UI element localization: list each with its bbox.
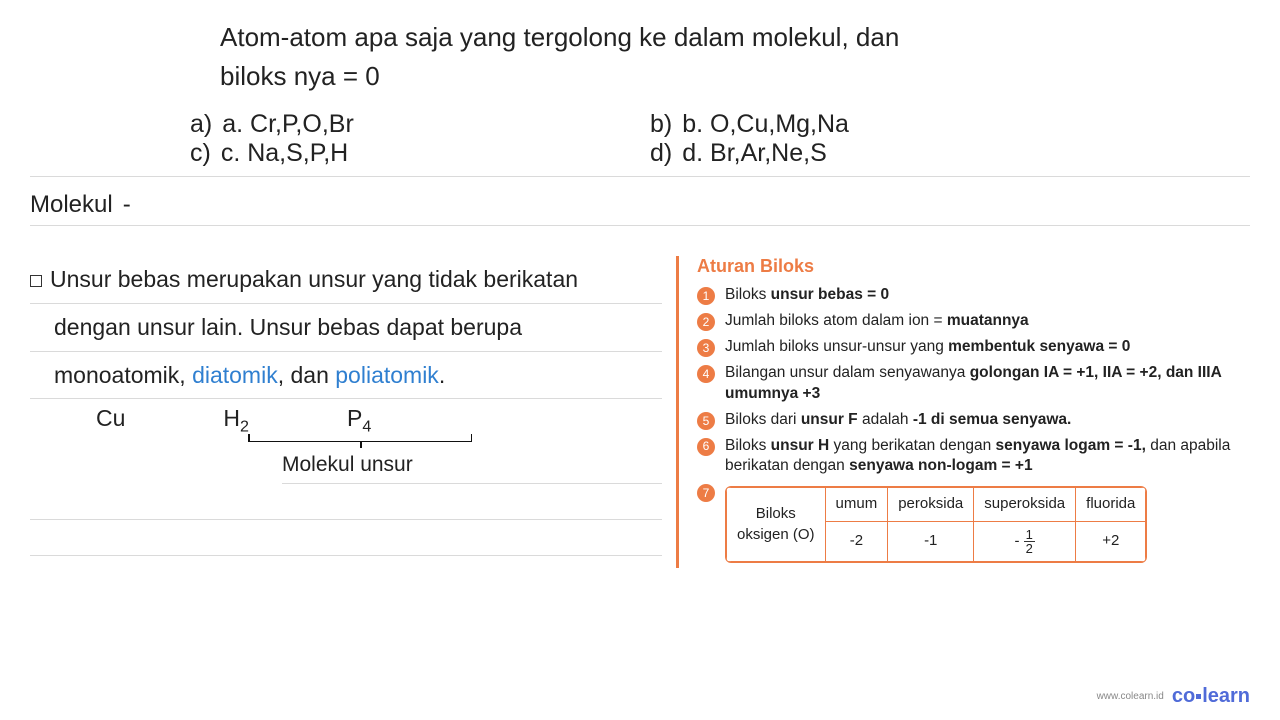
rules-panel: Aturan Biloks 1 Biloks unsur bebas = 0 2J… — [697, 256, 1250, 568]
molekul-row: Molekul - — [30, 185, 1250, 226]
example-cu: Cu — [96, 405, 125, 437]
option-c-text: c. Na,S,P,H — [221, 139, 348, 168]
l3-mid: , dan — [278, 362, 336, 388]
rule-6: 6 Biloks unsur H yang berikatan dengan se… — [697, 436, 1250, 478]
col-peroksida: peroksida — [888, 488, 974, 521]
blank-line — [30, 484, 662, 520]
val-umum: -2 — [825, 521, 888, 561]
oxygen-biloks-table: Biloksoksigen (O) umum peroksida superok… — [725, 486, 1147, 562]
option-a-marker: a) — [190, 110, 212, 139]
h-symbol: H — [223, 405, 240, 431]
rule-2: 2 Jumlah biloks atom dalam ion = muatanny… — [697, 311, 1250, 332]
rule-1: 1 Biloks unsur bebas = 0 — [697, 285, 1250, 306]
example-h2: H2 — [223, 405, 249, 437]
rules-title: Aturan Biloks — [697, 256, 1250, 277]
molecule-examples: Cu H2 P4 — [30, 399, 662, 439]
val-peroksida: -1 — [888, 521, 974, 561]
option-a-text: a. Cr,P,O,Br — [222, 110, 354, 139]
bracket-icon — [248, 441, 472, 451]
col-superoksida: superoksida — [974, 488, 1076, 521]
l3-poliatomik: poliatomik — [335, 362, 439, 388]
question-line2: biloks nya = 0 — [220, 61, 380, 91]
explanation-panel: Unsur bebas merupakan unsur yang tidak b… — [30, 256, 679, 568]
explain-line1: Unsur bebas merupakan unsur yang tidak b… — [30, 256, 662, 304]
explain-l1: Unsur bebas merupakan unsur yang tidak b… — [50, 266, 578, 292]
badge-5: 5 — [697, 412, 715, 430]
colearn-logo: colearn — [1172, 685, 1250, 708]
blank-line — [30, 520, 662, 556]
l3-pre: monoatomik, — [54, 362, 192, 388]
rule-3-text: Jumlah biloks unsur-unsur yang membentuk… — [725, 337, 1130, 358]
val-superoksida: - 12 — [974, 521, 1076, 561]
p-sub: 4 — [362, 418, 371, 436]
rule-4: 4 Bilangan unsur dalam senyawanya golonga… — [697, 363, 1250, 405]
example-p4: P4 — [347, 405, 371, 437]
badge-7: 7 — [697, 484, 715, 502]
val-fluorida: +2 — [1076, 521, 1146, 561]
rule-1-text: Biloks unsur bebas = 0 — [725, 285, 889, 306]
logo-dot-icon — [1196, 694, 1201, 699]
badge-2: 2 — [697, 313, 715, 331]
l3-diatomik: diatomik — [192, 362, 278, 388]
badge-1: 1 — [697, 287, 715, 305]
explain-line3: monoatomik, diatomik, dan poliatomik. — [30, 352, 662, 400]
rule-6-text: Biloks unsur H yang berikatan dengan sen… — [725, 436, 1250, 478]
option-b[interactable]: b) b. O,Cu,Mg,Na — [650, 110, 1110, 139]
badge-3: 3 — [697, 339, 715, 357]
option-c-marker: c) — [190, 139, 211, 168]
p-symbol: P — [347, 405, 362, 431]
badge-6: 6 — [697, 438, 715, 456]
option-d[interactable]: d) d. Br,Ar,Ne,S — [650, 139, 1110, 168]
option-a[interactable]: a) a. Cr,P,O,Br — [190, 110, 650, 139]
l3-end: . — [439, 362, 445, 388]
table-rowlabel: Biloksoksigen (O) — [727, 488, 826, 561]
option-b-text: b. O,Cu,Mg,Na — [682, 110, 849, 139]
rule-7: 7 Biloksoksigen (O) umum peroksida super… — [697, 482, 1250, 562]
molekul-dash: - — [123, 191, 131, 219]
explain-line2: dengan unsur lain. Unsur bebas dapat ber… — [30, 304, 662, 352]
option-c[interactable]: c) c. Na,S,P,H — [190, 139, 650, 168]
divider — [30, 176, 1250, 177]
option-d-text: d. Br,Ar,Ne,S — [682, 139, 827, 168]
footer: www.colearn.id colearn — [1097, 685, 1250, 708]
rule-2-text: Jumlah biloks atom dalam ion = muatannya — [725, 311, 1029, 332]
rule-3: 3 Jumlah biloks unsur-unsur yang membentu… — [697, 337, 1250, 358]
answer-options: a) a. Cr,P,O,Br b) b. O,Cu,Mg,Na c) c. N… — [0, 102, 1280, 176]
question-line1: Atom-atom apa saja yang tergolong ke dal… — [220, 22, 899, 52]
footer-url: www.colearn.id — [1097, 691, 1164, 702]
molekul-unsur-label: Molekul unsur — [282, 451, 662, 484]
molekul-label: Molekul — [30, 191, 113, 219]
col-umum: umum — [825, 488, 888, 521]
explain-l2: dengan unsur lain. Unsur bebas dapat ber… — [54, 314, 522, 340]
question-text: Atom-atom apa saja yang tergolong ke dal… — [0, 0, 1280, 102]
bullet-square-icon — [30, 275, 42, 287]
rule-5-text: Biloks dari unsur F adalah -1 di semua s… — [725, 410, 1071, 431]
rule-5: 5 Biloks dari unsur F adalah -1 di semua … — [697, 410, 1250, 431]
rule-4-text: Bilangan unsur dalam senyawanya golongan… — [725, 363, 1250, 405]
explain-l3: monoatomik, diatomik, dan poliatomik. — [54, 362, 445, 388]
badge-4: 4 — [697, 365, 715, 383]
option-d-marker: d) — [650, 139, 672, 168]
col-fluorida: fluorida — [1076, 488, 1146, 521]
option-b-marker: b) — [650, 110, 672, 139]
